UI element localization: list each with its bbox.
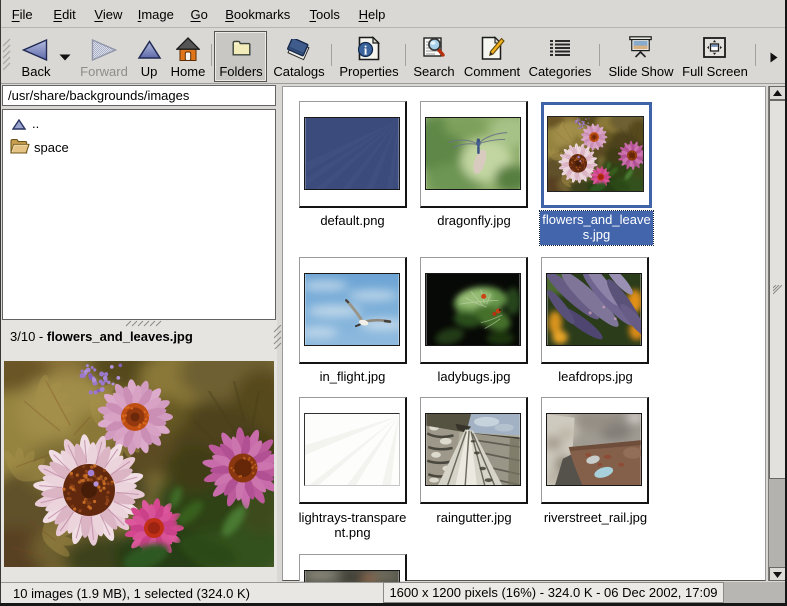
svg-text:i: i xyxy=(364,43,368,58)
